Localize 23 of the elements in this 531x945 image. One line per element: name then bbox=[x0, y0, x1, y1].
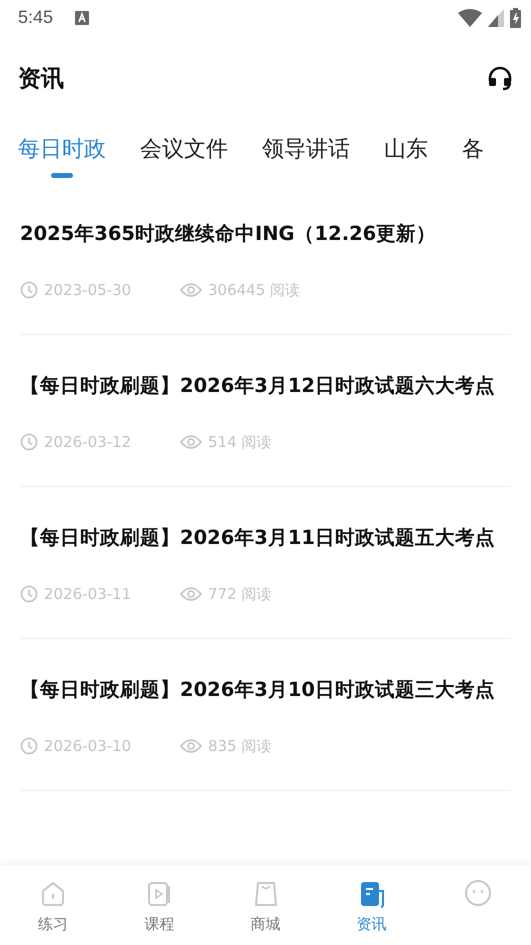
article-date: 2026-03-10 bbox=[44, 737, 132, 755]
nav-tab[interactable]: 课程 bbox=[106, 865, 212, 945]
page-title: 资讯 bbox=[18, 64, 64, 94]
article-date: 2026-03-12 bbox=[44, 433, 132, 451]
nav-tab[interactable]: 商城 bbox=[212, 865, 319, 945]
read-count: 835 阅读 bbox=[208, 736, 272, 756]
article-title[interactable]: 2025年365时政继续命中ING（12.26更新） bbox=[20, 217, 511, 251]
category-tab[interactable]: 山东 bbox=[384, 121, 428, 181]
read-count: 514 阅读 bbox=[208, 432, 272, 452]
article-title[interactable]: 【每日时政刷题】2026年3月10日时政试题三大考点 bbox=[20, 673, 511, 707]
nav-tab[interactable]: 资讯 bbox=[318, 865, 425, 945]
status-time: 5:45 bbox=[18, 7, 54, 28]
category-tab[interactable]: 领导讲话 bbox=[262, 121, 350, 181]
category-tab[interactable]: 各 bbox=[462, 121, 484, 181]
article-date: 2026-03-11 bbox=[44, 585, 132, 603]
nav-tab[interactable]: 练习 bbox=[0, 865, 106, 945]
read-count: 772 阅读 bbox=[208, 584, 272, 604]
read-count: 306445 阅读 bbox=[208, 280, 300, 300]
article-title[interactable]: 【每日时政刷题】2026年3月12日时政试题六大考点 bbox=[20, 369, 511, 403]
category-tab[interactable]: 每日时政 bbox=[18, 121, 106, 181]
article-date: 2023-05-30 bbox=[44, 281, 132, 299]
category-tab[interactable]: 会议文件 bbox=[140, 121, 228, 181]
article-title[interactable]: 【每日时政刷题】2026年3月11日时政试题五大考点 bbox=[20, 521, 511, 555]
